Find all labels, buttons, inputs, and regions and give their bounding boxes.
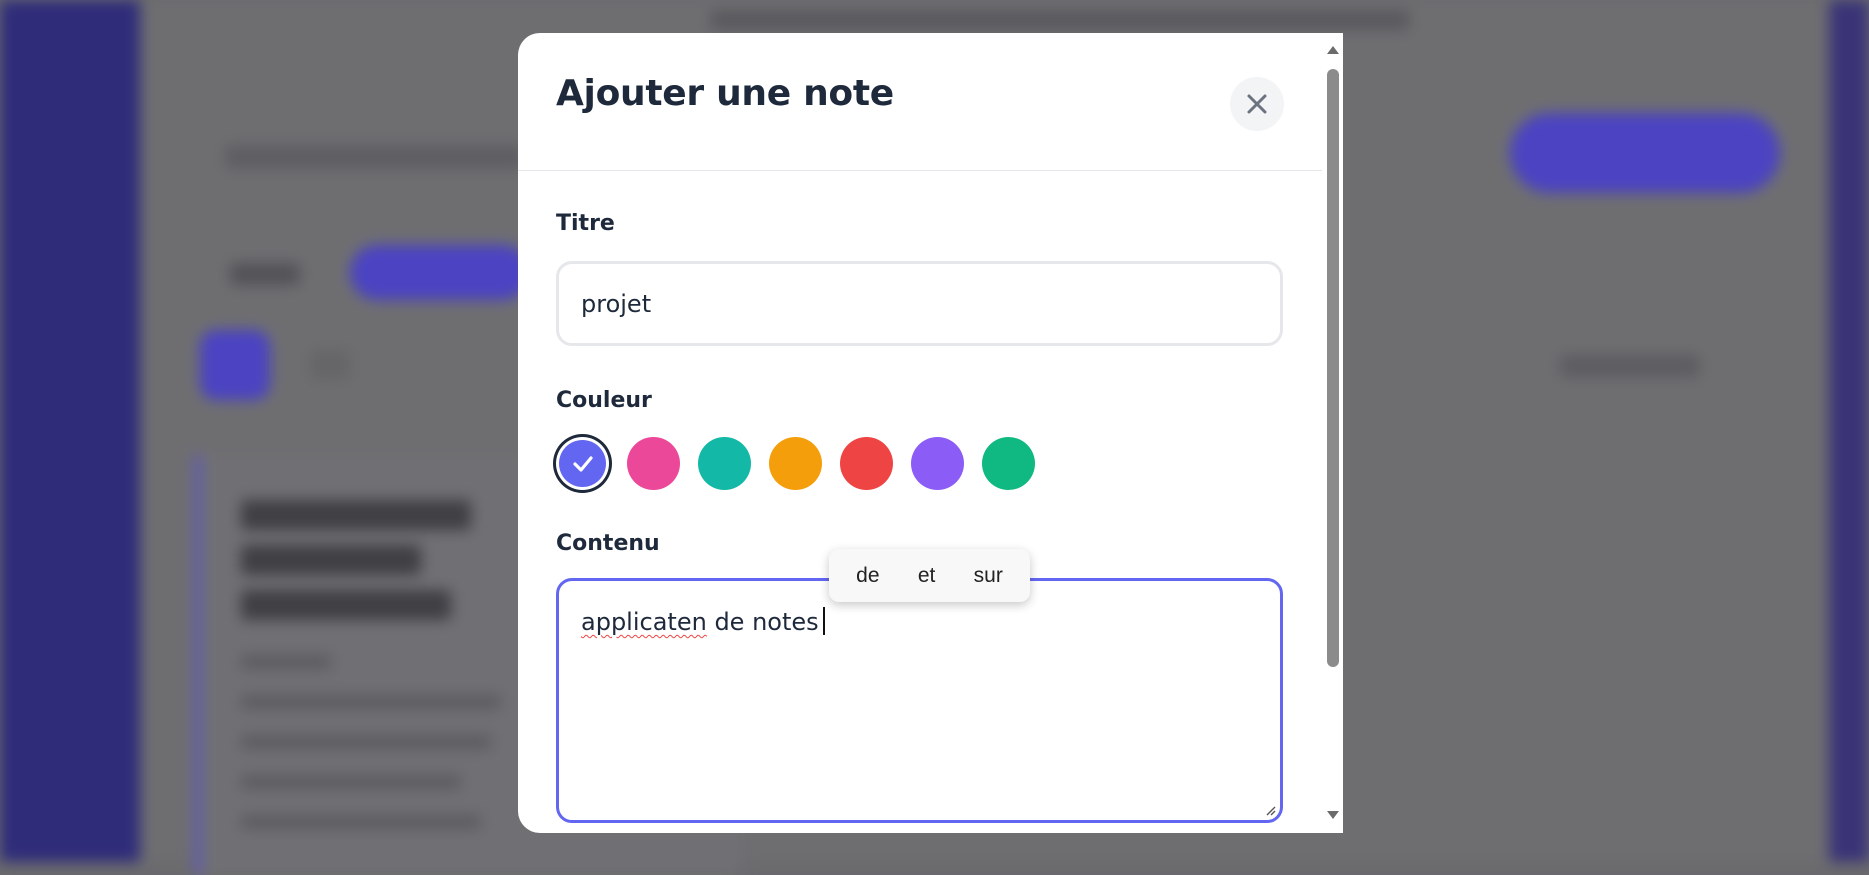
content-text: de notes bbox=[706, 608, 819, 636]
scroll-up-arrow-icon[interactable] bbox=[1326, 45, 1340, 55]
bg-right-edge bbox=[1829, 0, 1869, 862]
bg-card-line bbox=[241, 815, 481, 829]
bg-card-title-2 bbox=[241, 545, 421, 575]
bg-search bbox=[225, 145, 525, 169]
color-swatch[interactable] bbox=[559, 440, 606, 487]
bg-list-view bbox=[310, 350, 350, 380]
title-label: Titre bbox=[556, 211, 615, 236]
bg-filter-pill bbox=[350, 245, 530, 300]
misspelled-word: applicaten bbox=[581, 608, 707, 636]
bg-sidebar bbox=[0, 0, 140, 862]
color-swatch[interactable] bbox=[840, 437, 893, 490]
scroll-down-arrow-icon[interactable] bbox=[1326, 810, 1340, 820]
bg-new-note-button bbox=[1510, 113, 1780, 193]
modal-scrollbar[interactable] bbox=[1323, 33, 1343, 833]
title-input[interactable] bbox=[556, 261, 1283, 346]
suggestion-item[interactable]: sur bbox=[964, 560, 1013, 592]
suggestion-item[interactable]: et bbox=[908, 560, 946, 592]
close-icon bbox=[1247, 94, 1267, 114]
content-textarea[interactable]: applicaten de notes bbox=[556, 578, 1283, 823]
color-swatch[interactable] bbox=[627, 437, 680, 490]
bg-card-line bbox=[241, 655, 331, 669]
bg-header-bar bbox=[710, 10, 1410, 30]
color-swatch[interactable] bbox=[698, 437, 751, 490]
scrollbar-thumb[interactable] bbox=[1327, 69, 1339, 667]
close-button[interactable] bbox=[1230, 77, 1284, 131]
bg-card-line bbox=[241, 695, 501, 709]
bg-card-title-3 bbox=[241, 590, 451, 620]
bg-sort bbox=[1560, 355, 1700, 377]
color-swatch[interactable] bbox=[769, 437, 822, 490]
modal-header: Ajouter une note bbox=[518, 33, 1322, 171]
text-caret bbox=[822, 607, 825, 635]
bg-card-line bbox=[241, 775, 461, 789]
color-label: Couleur bbox=[556, 388, 652, 413]
suggestion-item[interactable]: de bbox=[846, 560, 889, 592]
add-note-modal: Ajouter une note Titre Couleur Contenu a… bbox=[518, 33, 1343, 833]
check-icon bbox=[572, 455, 593, 472]
modal-title: Ajouter une note bbox=[556, 73, 894, 114]
resize-handle-icon[interactable] bbox=[1264, 804, 1276, 816]
bg-grid-view bbox=[200, 330, 270, 400]
color-swatch[interactable] bbox=[911, 437, 964, 490]
bg-card-line bbox=[241, 735, 491, 749]
content-label: Contenu bbox=[556, 531, 660, 556]
bg-card-title bbox=[241, 500, 471, 530]
color-swatch[interactable] bbox=[982, 437, 1035, 490]
bg-filter-all bbox=[230, 263, 300, 285]
autocomplete-suggestions: de et sur bbox=[829, 549, 1030, 602]
